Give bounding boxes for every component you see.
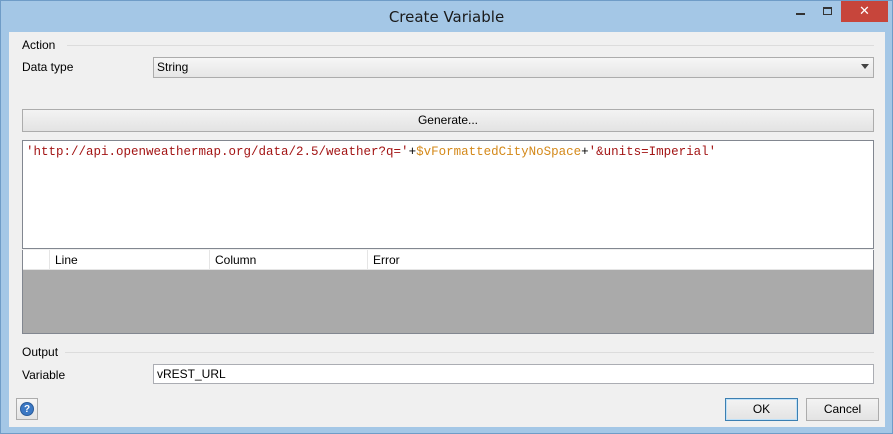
errors-grid[interactable]: Line Column Error: [22, 250, 874, 334]
expression-token-string: '&units=Imperial': [588, 145, 717, 159]
grid-column-error[interactable]: Error: [368, 250, 873, 270]
help-button[interactable]: ?: [16, 398, 38, 420]
grid-column-line[interactable]: Line: [50, 250, 210, 270]
ok-button[interactable]: OK: [725, 398, 798, 421]
minimize-icon: [796, 13, 805, 15]
close-icon: ✕: [859, 3, 870, 18]
errors-grid-header: Line Column Error: [23, 250, 873, 270]
maximize-icon: [823, 7, 832, 15]
generate-button[interactable]: Generate...: [22, 109, 874, 132]
variable-name-input[interactable]: vREST_URL: [153, 364, 874, 384]
dialog-body: Action Data type String Generate... 'htt…: [9, 32, 885, 427]
action-group-divider: [67, 45, 874, 46]
maximize-button[interactable]: [814, 1, 841, 22]
expression-token-plus: +: [408, 145, 417, 159]
help-icon: ?: [20, 402, 34, 416]
cancel-button[interactable]: Cancel: [806, 398, 879, 421]
create-variable-dialog: Create Variable ✕ Action Data type Strin…: [0, 0, 893, 434]
grid-row-header-column[interactable]: [23, 250, 50, 270]
minimize-button[interactable]: [787, 1, 814, 22]
expression-token-variable: $vFormattedCityNoSpace: [416, 145, 582, 159]
output-group-label: Output: [22, 345, 59, 359]
title-bar[interactable]: Create Variable ✕: [1, 1, 892, 32]
close-button[interactable]: ✕: [841, 1, 888, 22]
data-type-value: String: [157, 60, 189, 74]
output-group-divider: [65, 352, 874, 353]
expression-token-string: 'http://api.openweathermap.org/data/2.5/…: [26, 145, 409, 159]
variable-label: Variable: [22, 368, 66, 382]
action-group-label: Action: [22, 38, 56, 52]
chevron-down-icon: [861, 64, 869, 69]
grid-column-column[interactable]: Column: [210, 250, 368, 270]
expression-editor[interactable]: 'http://api.openweathermap.org/data/2.5/…: [22, 140, 874, 249]
window-title: Create Variable: [388, 8, 505, 26]
expression-token-plus: +: [581, 145, 589, 159]
data-type-label: Data type: [22, 60, 74, 74]
data-type-select[interactable]: String: [153, 57, 874, 78]
